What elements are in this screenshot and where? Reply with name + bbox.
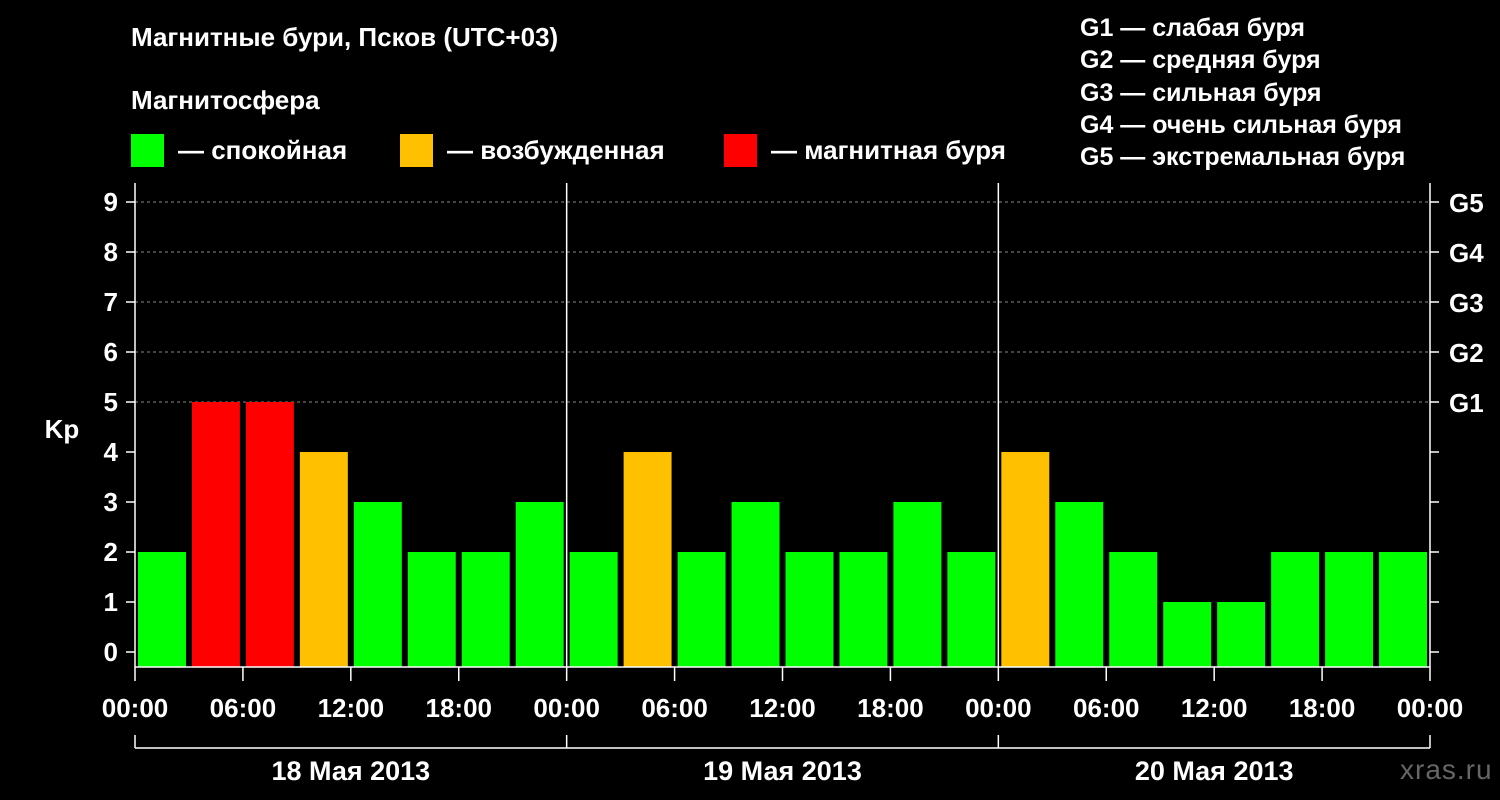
y-tick-label: 4	[104, 437, 119, 467]
kp-bar	[893, 502, 942, 667]
kp-bar	[1109, 552, 1158, 667]
g-level-label: G5	[1449, 188, 1484, 218]
y-tick-label: 1	[104, 587, 118, 617]
y-tick-label: 0	[104, 637, 118, 667]
y-tick-label: 8	[104, 237, 118, 267]
y-axis-label: Kp	[45, 414, 80, 444]
watermark: xras.ru	[1400, 754, 1493, 785]
x-tick-label: 00:00	[102, 693, 169, 723]
x-tick-label: 12:00	[1181, 693, 1248, 723]
g-level-label: G1	[1449, 388, 1484, 418]
y-tick-label: 7	[104, 287, 118, 317]
day-label: 20 Мая 2013	[1135, 756, 1294, 786]
kp-bar	[1217, 602, 1266, 667]
kp-bar	[947, 552, 996, 667]
y-tick-label: 5	[104, 387, 118, 417]
kp-bar	[839, 552, 888, 667]
x-tick-label: 06:00	[641, 693, 708, 723]
kp-bar	[1325, 552, 1374, 667]
g-level-label: G3	[1449, 288, 1484, 318]
kp-bar	[515, 502, 564, 667]
kp-bar	[1271, 552, 1320, 667]
kp-bar	[1001, 452, 1050, 667]
g-level-label: G4	[1449, 238, 1484, 268]
kp-bar	[677, 552, 726, 667]
x-tick-label: 00:00	[965, 693, 1032, 723]
kp-bar	[569, 552, 618, 667]
x-tick-label: 12:00	[749, 693, 816, 723]
x-tick-label: 18:00	[426, 693, 493, 723]
kp-bar	[1379, 552, 1427, 667]
x-tick-label: 06:00	[1073, 693, 1140, 723]
y-tick-label: 9	[104, 187, 118, 217]
y-tick-label: 2	[104, 537, 118, 567]
kp-bar	[191, 402, 240, 667]
x-tick-label: 00:00	[1397, 693, 1464, 723]
kp-bar-chart: 0 1 2 3 4 5 6 7 8 9 G1 G2 G3 G4 G5 Kp 00:00 06:00 12:00 18:…	[45, 183, 1484, 786]
x-tick-label: 18:00	[1289, 693, 1356, 723]
kp-bar	[731, 502, 780, 667]
x-tick-label: 18:00	[857, 693, 924, 723]
kp-bar	[299, 452, 348, 667]
kp-bar	[1163, 602, 1212, 667]
kp-bar	[461, 552, 510, 667]
x-tick-label: 06:00	[210, 693, 277, 723]
kp-bar	[623, 452, 672, 667]
day-label: 18 Мая 2013	[271, 756, 430, 786]
kp-bar	[1055, 502, 1104, 667]
kp-bar	[138, 552, 186, 667]
kp-bar	[353, 502, 402, 667]
kp-bar	[407, 552, 456, 667]
x-tick-label: 12:00	[318, 693, 385, 723]
y-tick-label: 6	[104, 337, 118, 367]
y-tick-label: 3	[104, 487, 118, 517]
kp-bar	[245, 402, 294, 667]
x-tick-label: 00:00	[533, 693, 600, 723]
g-level-label: G2	[1449, 338, 1484, 368]
kp-bar	[785, 552, 834, 667]
day-label: 19 Мая 2013	[703, 756, 862, 786]
